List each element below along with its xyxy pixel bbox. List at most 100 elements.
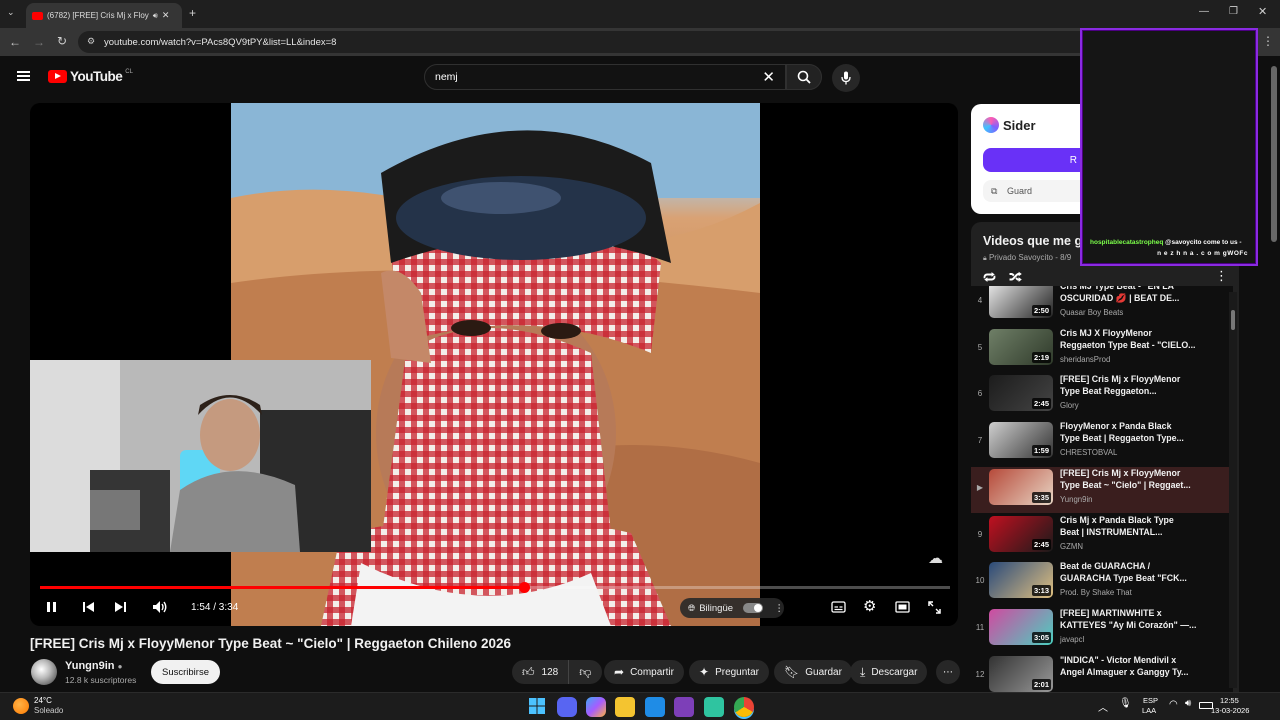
search-button[interactable] (786, 64, 822, 90)
channel-avatar[interactable] (31, 659, 57, 685)
playlist-item-thumbnail[interactable]: 2:19 (989, 328, 1053, 365)
progress-bar[interactable] (40, 582, 950, 593)
wifi-icon[interactable]: ◠ (1169, 699, 1178, 710)
playlist-item-thumbnail[interactable]: 2:01 (989, 655, 1053, 692)
playlist-item-channel: CHRESTOBVAL (1060, 448, 1118, 458)
bilingual-switch[interactable] (743, 603, 763, 613)
window-close-icon[interactable]: ✕ (1258, 7, 1267, 18)
dislike-button[interactable]: 👎︎ (569, 660, 601, 684)
playlist-item-duration: 2:19 (1031, 351, 1051, 363)
playlist-item-thumbnail[interactable]: 3:05 (989, 608, 1053, 645)
playlist-scrollbar[interactable] (1229, 292, 1237, 688)
shuffle-button[interactable]: 🔀︎ (1009, 268, 1022, 287)
discord-app-icon[interactable] (557, 697, 577, 717)
playlist-item[interactable]: 9 2:45 Cris Mj x Panda Black Type Beat | IN… (971, 514, 1229, 560)
youtube-play-logo-icon (48, 70, 67, 83)
playlist-title[interactable]: Videos que me gu (983, 234, 1090, 248)
playlist-item-thumbnail[interactable]: 1:59 (989, 422, 1053, 459)
mail-app-icon[interactable] (645, 697, 665, 717)
playlist-scrollbar-thumb[interactable] (1231, 310, 1235, 330)
pause-button[interactable] (46, 601, 58, 615)
forward-icon[interactable]: → (33, 36, 45, 48)
theater-mode-button[interactable] (895, 601, 910, 615)
youtube-logo-text: YouTube (70, 69, 123, 84)
clock-time[interactable]: 12:55 (1220, 696, 1239, 705)
back-icon[interactable]: ← (9, 36, 21, 48)
settings-button[interactable]: ⚙ (863, 599, 876, 614)
clear-search-icon[interactable]: ✕ (762, 68, 775, 86)
playlist-item[interactable]: 5 2:19 Cris MJ X FloyyMenor Reggaeton Type … (971, 327, 1229, 373)
next-button[interactable] (114, 601, 127, 615)
more-actions-button[interactable]: ⋯ (936, 660, 960, 684)
voice-search-button[interactable] (832, 64, 860, 92)
ask-button[interactable]: ✦ Preguntar (689, 660, 769, 684)
ask-label: Preguntar (715, 666, 759, 678)
youtube-logo[interactable]: YouTube CL (48, 69, 133, 84)
share-button[interactable]: ➦ Compartir (604, 660, 684, 684)
browser-menu-icon[interactable]: ⋮ (1262, 35, 1274, 47)
volume-button[interactable] (152, 600, 168, 616)
playlist-item-title-line2: Beat | INSTRUMENTAL... (1060, 526, 1163, 537)
playlist-item-thumbnail[interactable]: 3:13 (989, 562, 1053, 599)
playlist-item-thumbnail[interactable]: 2:50 (989, 286, 1053, 318)
download-button[interactable]: ⤓ Descargar (850, 660, 928, 684)
tray-mic-icon[interactable]: 🎙︎ (1119, 698, 1132, 709)
input-language[interactable]: ESP (1143, 696, 1158, 705)
window-restore-icon[interactable]: ❐ (1229, 7, 1238, 17)
reload-icon[interactable]: ↻ (57, 35, 67, 47)
weather-icon[interactable] (13, 698, 29, 714)
sider-primary-button[interactable]: R (983, 148, 1083, 172)
sider-save-button[interactable]: ⧉ Guard (983, 180, 1083, 202)
video-player[interactable]: ☁ 1:54 / 3:34 🌐︎ Bilingüe ⋮ ⚙ (30, 103, 958, 626)
subscribe-button[interactable]: Suscribirse (151, 660, 220, 684)
playlist-item-thumbnail[interactable]: 3:35 (989, 468, 1053, 505)
stream-chat-overlay: hospitablecatastropheq @savoycito come t… (1080, 28, 1258, 266)
playlist-item[interactable]: 10 3:13 Beat de GUARACHA / GUARACHA Type Be… (971, 560, 1229, 606)
start-button[interactable] (528, 697, 548, 717)
site-info-icon[interactable]: ⚙ (87, 36, 95, 47)
playlist-item[interactable]: 11 3:05 [FREE] MARTINWHITE x KATTEYES "Ay M… (971, 607, 1229, 653)
search-icon (797, 70, 811, 84)
tab-audio-icon[interactable]: 🔊︎ (153, 11, 158, 21)
address-bar[interactable]: ⚙ youtube.com/watch?v=PAcs8QV9tPY&list=L… (78, 31, 1253, 53)
playlist-item[interactable]: 7 1:59 FloyyMenor x Panda Black Type Beat |… (971, 420, 1229, 466)
input-layout[interactable]: LAA (1142, 706, 1156, 715)
tray-overflow-icon[interactable]: ︿ (1098, 699, 1108, 714)
search-input[interactable]: nemj ✕ (424, 64, 786, 90)
more-options-icon[interactable]: ⋮ (775, 603, 785, 614)
playlist-item-title-line1: Beat de GUARACHA / (1060, 561, 1151, 572)
bilingual-toggle[interactable]: 🌐︎ Bilingüe ⋮ (680, 598, 784, 618)
microphone-icon (841, 71, 851, 85)
channel-name[interactable]: Yungn9in ● (65, 660, 122, 672)
file-explorer-icon[interactable] (615, 697, 635, 717)
watermark-icon: ☁ (928, 550, 943, 567)
playlist-item-index: 9 (977, 529, 983, 539)
playlist-item[interactable]: ▶ 3:35 [FREE] Cris Mj x FloyyMenor Type Bea… (971, 466, 1229, 513)
subtitles-button[interactable] (831, 601, 846, 615)
like-button[interactable]: 👍︎ 128 (512, 660, 570, 684)
window-minimize-icon[interactable]: — (1199, 7, 1209, 17)
tab-search-icon[interactable]: ⌄ (7, 8, 15, 17)
volume-tray-icon[interactable]: 🔊︎ (1185, 698, 1191, 709)
page-scrollbar[interactable] (1268, 58, 1280, 692)
hamburger-menu-icon[interactable] (17, 71, 30, 81)
playlist-menu-button[interactable]: ⋮ (1215, 268, 1228, 284)
playlist-item[interactable]: 6 2:45 [FREE] Cris Mj x FloyyMenor Type Bea… (971, 373, 1229, 419)
fullscreen-button[interactable] (928, 601, 941, 616)
playlist-item[interactable]: 4 2:50 Cris MJ Type Beat - "EN LA OSCURIDAD… (971, 286, 1229, 326)
playlist-item-thumbnail[interactable]: 2:45 (989, 515, 1053, 552)
loop-button[interactable]: 🔁︎ (983, 268, 996, 287)
clock-date[interactable]: 13-03-2026 (1211, 706, 1249, 715)
chrome-app-icon[interactable] (734, 697, 754, 717)
onenote-app-icon[interactable] (674, 697, 694, 717)
new-tab-icon[interactable]: + (189, 7, 196, 19)
copilot-app-icon[interactable] (586, 697, 606, 717)
save-button[interactable]: 🔖︎ Guardar (774, 660, 852, 684)
android-app-icon[interactable] (704, 697, 724, 717)
previous-button[interactable] (82, 601, 95, 615)
tab-close-icon[interactable]: ✕ (162, 10, 170, 21)
playlist-item[interactable]: 12 2:01 "INDICA" - Victor Mendivil x Angel … (971, 654, 1229, 692)
browser-tab[interactable]: (6782) [FREE] Cris Mj x Floy 🔊︎ ✕ (26, 3, 182, 28)
page-scrollbar-thumb[interactable] (1271, 66, 1277, 242)
playlist-item-thumbnail[interactable]: 2:45 (989, 375, 1053, 412)
